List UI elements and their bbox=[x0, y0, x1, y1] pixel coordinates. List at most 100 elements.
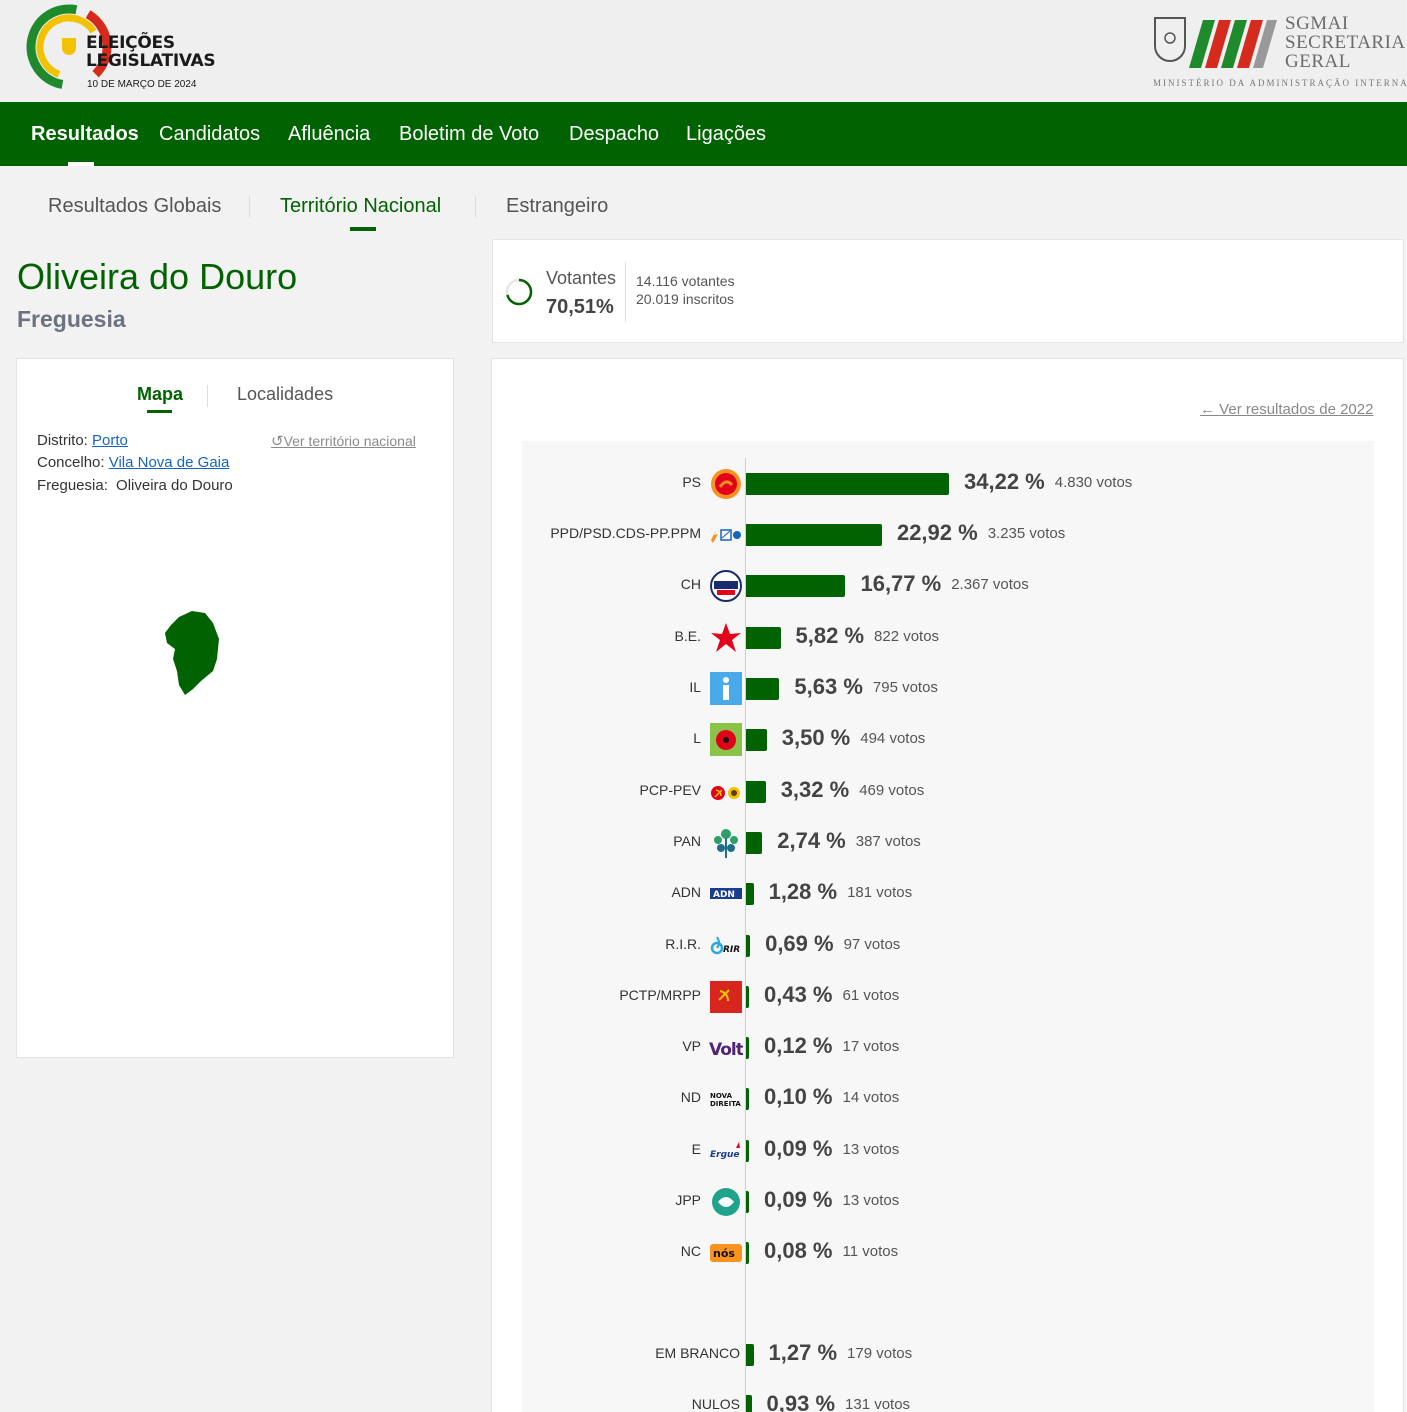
result-percentage: 0,09 % bbox=[764, 1136, 833, 1161]
nav-active-indicator bbox=[68, 162, 94, 166]
ad-logo-icon bbox=[711, 529, 741, 543]
nav-ligacoes[interactable]: Ligações bbox=[686, 122, 766, 146]
tab-resultados-globais[interactable]: Resultados Globais bbox=[48, 195, 221, 218]
result-row-null[interactable]: NULOS 0,93 % 131 votos bbox=[0, 1385, 1407, 1412]
result-row-nd[interactable]: ND NOVA DIREITA 0,10 % 14 votos bbox=[0, 1078, 1407, 1118]
result-votes: 4.830 votos bbox=[1054, 474, 1133, 491]
result-percentage: 0,10 % bbox=[764, 1084, 833, 1109]
district-link[interactable]: Porto bbox=[92, 432, 128, 449]
ergue-te-logo-icon: Ergue bbox=[710, 1142, 740, 1160]
result-bar bbox=[746, 1344, 754, 1366]
tab-active-indicator bbox=[350, 227, 376, 231]
result-bar bbox=[746, 883, 754, 905]
result-votes: 13 votos bbox=[842, 1141, 900, 1158]
result-row-ad[interactable]: PPD/PSD.CDS-PP.PPM 22,92 % 3.235 votos bbox=[0, 514, 1407, 554]
nova-direita-logo-icon: NOVADIREITA bbox=[710, 1092, 741, 1108]
result-votes: 387 votos bbox=[855, 833, 921, 850]
nav-boletim-de-voto[interactable]: Boletim de Voto bbox=[399, 122, 539, 146]
chega-logo-icon bbox=[710, 570, 742, 602]
result-votes: 131 votos bbox=[845, 1396, 911, 1412]
district-row: Distrito: Porto bbox=[37, 432, 128, 449]
nav-resultados[interactable]: Resultados bbox=[31, 122, 139, 146]
result-row-ps[interactable]: PS 34,22 % 4.830 votos bbox=[0, 463, 1407, 503]
voters-label: Votantes bbox=[546, 268, 617, 288]
result-votes: 14 votos bbox=[842, 1089, 900, 1106]
pctp-logo-icon bbox=[710, 981, 742, 1013]
result-percentage: 0,09 % bbox=[764, 1187, 833, 1212]
result-row-jpp[interactable]: JPP 0,09 % 13 votos bbox=[0, 1181, 1407, 1221]
result-percentage: 0,12 % bbox=[764, 1033, 833, 1058]
elections-logo[interactable]: ELEIÇÕES LEGISLATIVAS 10 DE MARÇO DE 202… bbox=[26, 4, 226, 94]
ps-logo-icon bbox=[711, 469, 741, 499]
result-row-pcp-pev[interactable]: PCP-PEV 3,32 % 469 votos bbox=[0, 771, 1407, 811]
party-name: JPP bbox=[675, 1192, 701, 1208]
elections-logo-date: 10 DE MARÇO DE 2024 bbox=[87, 79, 197, 90]
result-row-be[interactable]: B.E. 5,82 % 822 votos bbox=[0, 617, 1407, 657]
sgmai-text-3: GERAL bbox=[1285, 51, 1351, 72]
result-bar bbox=[746, 1037, 749, 1059]
result-row-nc[interactable]: NC nós 0,08 % 11 votos bbox=[0, 1232, 1407, 1272]
party-name: ADN bbox=[671, 884, 701, 900]
party-name: CH bbox=[680, 576, 701, 592]
tab-territorio-nacional[interactable]: Território Nacional bbox=[280, 195, 441, 218]
result-votes: 13 votos bbox=[842, 1192, 900, 1209]
result-row-ch[interactable]: CH 16,77 % 2.367 votos bbox=[0, 565, 1407, 605]
result-votes: 17 votos bbox=[842, 1038, 900, 1055]
result-bar bbox=[746, 729, 767, 751]
result-row-il[interactable]: IL 5,63 % 795 votos bbox=[0, 668, 1407, 708]
sgmai-text-1: SGMAI bbox=[1285, 13, 1349, 34]
result-percentage: 2,74 % bbox=[777, 828, 846, 853]
nav-despacho[interactable]: Despacho bbox=[569, 122, 659, 146]
livre-poppy-logo-icon bbox=[710, 723, 742, 756]
svg-text:nós: nós bbox=[713, 1247, 735, 1260]
tab-separator bbox=[249, 196, 250, 218]
map-tab-separator bbox=[207, 385, 208, 407]
undo-icon: ↺ bbox=[271, 433, 284, 450]
result-bar bbox=[746, 1242, 749, 1264]
result-row-blank[interactable]: EM BRANCO 1,27 % 179 votos bbox=[0, 1334, 1407, 1374]
result-row-adn[interactable]: ADN ADN 1,28 % 181 votos bbox=[0, 873, 1407, 913]
result-votes: 3.235 votos bbox=[987, 525, 1066, 542]
result-row-pan[interactable]: PAN 2,74 % 387 votos bbox=[0, 822, 1407, 862]
result-bar bbox=[746, 1140, 749, 1162]
result-row-pctp-mrpp[interactable]: PCTP/MRPP 0,43 % 61 votos bbox=[0, 976, 1407, 1016]
result-votes: 494 votos bbox=[860, 730, 926, 747]
voters-card: Votantes 70,51% 14.116 votantes 20.019 i… bbox=[492, 239, 1404, 343]
result-percentage: 5,82 % bbox=[795, 623, 865, 648]
adn-logo-icon: ADN bbox=[710, 888, 742, 900]
party-name: ND bbox=[680, 1089, 701, 1105]
party-name: PAN bbox=[673, 833, 701, 849]
be-star-logo-icon bbox=[711, 623, 741, 652]
svg-text:ADN: ADN bbox=[713, 890, 735, 900]
svg-text:Ergue: Ergue bbox=[710, 1150, 740, 1160]
result-votes: 795 votos bbox=[872, 679, 938, 696]
nav-afluencia[interactable]: Afluência bbox=[288, 122, 370, 146]
result-row-volt[interactable]: VP Volt 0,12 % 17 votos bbox=[0, 1027, 1407, 1067]
top-header: ELEIÇÕES LEGISLATIVAS 10 DE MARÇO DE 202… bbox=[0, 0, 1407, 102]
nav-candidatos[interactable]: Candidatos bbox=[159, 122, 260, 146]
result-row-rir[interactable]: R.I.R. RIR 0,69 % 97 votos bbox=[0, 925, 1407, 965]
rir-logo-icon: RIR bbox=[710, 936, 740, 955]
party-name: L bbox=[693, 730, 701, 746]
result-row-livre[interactable]: L 3,50 % 494 votos bbox=[0, 719, 1407, 759]
result-percentage: 0,93 % bbox=[766, 1391, 836, 1412]
result-percentage: 3,32 % bbox=[780, 777, 850, 802]
party-name: R.I.R. bbox=[665, 936, 701, 952]
map-tab-active-indicator bbox=[147, 410, 172, 413]
main-nav: Resultados Candidatos Afluência Boletim … bbox=[0, 102, 1407, 166]
voters-percentage: 70,51% bbox=[546, 296, 614, 318]
result-votes: 11 votos bbox=[842, 1243, 899, 1260]
tab-estrangeiro[interactable]: Estrangeiro bbox=[506, 195, 608, 218]
result-percentage: 0,69 % bbox=[765, 931, 834, 956]
national-territory-link[interactable]: ↺Ver território nacional bbox=[271, 432, 416, 450]
sgmai-logo[interactable]: SGMAI SECRETARIA GERAL MINISTÉRIO DA ADM… bbox=[1150, 12, 1407, 92]
party-name: VP bbox=[682, 1038, 701, 1054]
previous-results-link[interactable]: ← Ver resultados de 2022 bbox=[1200, 401, 1373, 418]
result-percentage: 34,22 % bbox=[964, 469, 1045, 494]
tab-localidades[interactable]: Localidades bbox=[237, 384, 333, 405]
result-row-ergue-te[interactable]: E Ergue 0,09 % 13 votos bbox=[0, 1130, 1407, 1170]
page-subtitle: Freguesia bbox=[17, 306, 126, 332]
tab-mapa[interactable]: Mapa bbox=[137, 384, 183, 405]
party-name: NC bbox=[680, 1243, 701, 1259]
party-name: PCTP/MRPP bbox=[619, 987, 701, 1003]
